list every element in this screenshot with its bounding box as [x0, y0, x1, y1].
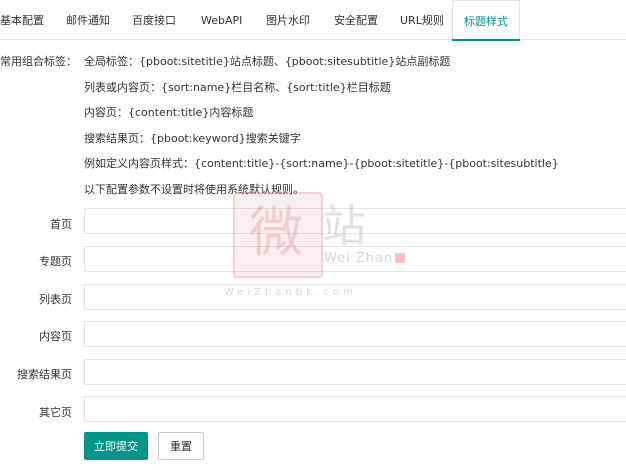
topic-page-input[interactable]	[84, 246, 626, 272]
tab-image-watermark[interactable]: 图片水印	[266, 0, 310, 40]
home-page-input[interactable]	[84, 208, 626, 234]
tab-basic-config[interactable]: 基本配置	[0, 0, 44, 40]
search-page-label: 搜索结果页	[17, 368, 72, 381]
tab-email-notify[interactable]: 邮件通知	[66, 0, 110, 40]
tab-url-rules[interactable]: URL规则	[400, 0, 444, 40]
tab-title-style[interactable]: 标题样式	[452, 0, 520, 41]
tab-security-config[interactable]: 安全配置	[334, 0, 378, 40]
list-page-input[interactable]	[84, 284, 626, 310]
other-page-label: 其它页	[39, 406, 72, 419]
content-page-label: 内容页	[39, 330, 72, 343]
help-line-default-note: 以下配置参数不设置时将使用系统默认规则。	[84, 183, 304, 196]
tab-bar: 基本配置 邮件通知 百度接口 WebAPI 图片水印 安全配置 URL规则 标题…	[0, 0, 626, 41]
reset-button[interactable]: 重置	[158, 432, 204, 460]
help-line-list: 列表或内容页：{sort:name}栏目名称、{sort:title}栏目标题	[84, 81, 391, 94]
topic-page-label: 专题页	[39, 255, 72, 268]
home-page-label: 首页	[50, 218, 72, 231]
help-line-example: 例如定义内容页样式：{content:title}-{sort:name}-{p…	[84, 157, 559, 170]
tab-webapi[interactable]: WebAPI	[201, 0, 242, 40]
help-line-global: 全局标签：{pboot:sitetitle}站点标题、{pboot:sitesu…	[84, 55, 451, 68]
other-page-input[interactable]	[84, 396, 626, 422]
tab-baidu-api[interactable]: 百度接口	[132, 0, 176, 40]
submit-button[interactable]: 立即提交	[84, 432, 148, 460]
content-page-input[interactable]	[84, 321, 626, 347]
help-label: 常用组合标签：	[0, 55, 77, 68]
help-line-search: 搜索结果页：{pboot:keyword}搜索关键字	[84, 132, 301, 145]
list-page-label: 列表页	[39, 293, 72, 306]
help-line-content: 内容页：{content:title}内容标题	[84, 106, 254, 119]
search-page-input[interactable]	[84, 359, 626, 385]
